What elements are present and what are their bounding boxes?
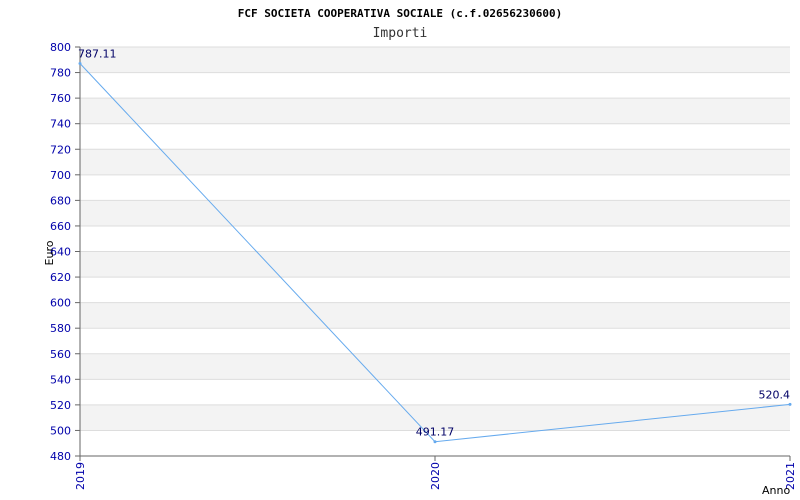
grid-band xyxy=(80,123,790,150)
y-tick-label: 760 xyxy=(50,92,71,105)
data-point xyxy=(788,402,792,406)
grid-band xyxy=(80,353,790,380)
y-tick-label: 660 xyxy=(50,220,71,233)
grid-band xyxy=(80,174,790,201)
grid-band xyxy=(80,72,790,99)
grid-band xyxy=(80,277,790,303)
y-axis-label: Euro xyxy=(43,240,56,265)
grid-band xyxy=(80,302,790,329)
grid-band xyxy=(80,328,790,354)
grid-band xyxy=(80,47,790,73)
x-tick-labels: 2019 2020 2021 xyxy=(74,462,797,490)
grid-band xyxy=(80,98,790,124)
chart-subtitle: Importi xyxy=(373,26,428,41)
y-tick-label: 520 xyxy=(50,399,71,412)
grid-band xyxy=(80,251,790,278)
grid-band xyxy=(80,200,790,226)
y-tick-label: 720 xyxy=(50,143,71,156)
y-tick-label: 600 xyxy=(50,297,71,310)
grid-band xyxy=(80,225,790,252)
y-tick-label: 680 xyxy=(50,194,71,207)
data-label: 787.11 xyxy=(78,47,117,60)
y-tick-label: 780 xyxy=(50,67,71,80)
chart-title: FCF SOCIETA COOPERATIVA SOCIALE (c.f.026… xyxy=(238,7,563,20)
x-tick-label: 2019 xyxy=(74,462,87,490)
x-tick-label: 2020 xyxy=(429,462,442,490)
data-point xyxy=(78,61,82,65)
y-tick-label: 700 xyxy=(50,169,71,182)
y-tick-label: 580 xyxy=(50,322,71,335)
y-tick-label: 620 xyxy=(50,271,71,284)
y-tick-label: 540 xyxy=(50,373,71,386)
x-axis-label: Anno xyxy=(762,484,790,497)
y-tick-label: 560 xyxy=(50,348,71,361)
data-label: 491.17 xyxy=(416,426,455,439)
y-tick-label: 740 xyxy=(50,118,71,131)
y-tick-label: 480 xyxy=(50,450,71,463)
grid-band xyxy=(80,149,790,175)
data-point xyxy=(433,440,437,444)
y-tick-label: 500 xyxy=(50,424,71,437)
grid-band xyxy=(80,379,790,405)
data-label: 520.4 xyxy=(759,388,791,401)
y-tick-label: 800 xyxy=(50,41,71,54)
line-chart: 4805005205405605806006206406606807007207… xyxy=(43,7,797,497)
